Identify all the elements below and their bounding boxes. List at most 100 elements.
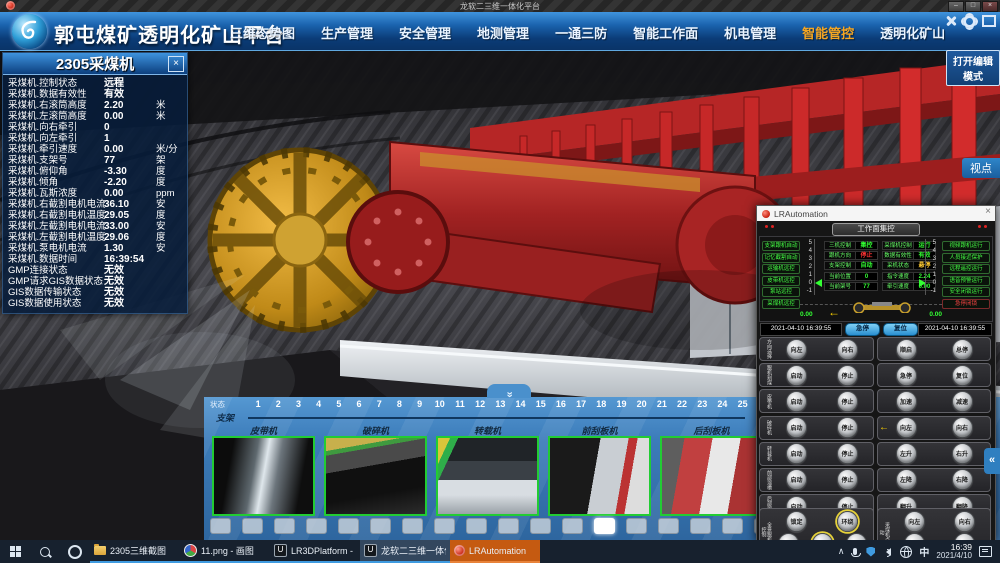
speaker-icon[interactable] xyxy=(882,548,891,556)
control-button[interactable]: 复位 xyxy=(952,365,973,386)
menu-item[interactable]: 生产管理 xyxy=(321,23,373,42)
security-shield-icon[interactable] xyxy=(866,547,875,557)
microphone-icon[interactable] xyxy=(853,548,857,555)
control-button[interactable]: 左降 xyxy=(896,469,917,490)
control-button[interactable]: 急停 xyxy=(896,365,917,386)
close-button[interactable]: × xyxy=(982,1,998,12)
close-icon[interactable]: × xyxy=(168,56,184,72)
mode-button[interactable]: 急停闭锁 xyxy=(942,299,990,309)
control-button[interactable]: 停止 xyxy=(837,365,858,386)
control-button[interactable]: 右降 xyxy=(952,469,973,490)
maximize-button[interactable]: □ xyxy=(965,1,981,12)
camera-thumbnail[interactable] xyxy=(548,436,651,516)
control-button[interactable]: 停止 xyxy=(837,417,858,438)
control-button[interactable]: 向右 xyxy=(837,339,858,360)
control-button[interactable]: 启动 xyxy=(786,365,807,386)
menu-item[interactable]: 三维态势图 xyxy=(230,23,295,42)
control-button[interactable]: 启动 xyxy=(786,443,807,464)
control-button[interactable]: 启动 xyxy=(786,391,807,412)
pager-item[interactable] xyxy=(402,518,423,534)
reset-button[interactable]: 复位 xyxy=(883,323,918,336)
control-button[interactable]: 停止 xyxy=(837,469,858,490)
notification-center-icon[interactable] xyxy=(979,546,992,557)
pager-item[interactable] xyxy=(306,518,327,534)
mode-button[interactable]: 运输机远控 xyxy=(762,264,800,274)
pager-item[interactable] xyxy=(242,518,263,534)
taskbar-app-platform[interactable]: U 龙软二三维一体化... xyxy=(360,540,450,563)
pager-item[interactable] xyxy=(594,518,615,534)
mode-button[interactable]: 采煤机远控 xyxy=(762,299,800,309)
input-language-indicator[interactable]: 中 xyxy=(919,544,929,559)
control-button[interactable]: 启动 xyxy=(786,469,807,490)
mode-button[interactable]: 人员接近保护 xyxy=(942,253,990,263)
control-button[interactable]: 右升 xyxy=(952,443,973,464)
menu-item[interactable]: 安全管理 xyxy=(399,23,451,42)
pager-item[interactable] xyxy=(210,518,231,534)
pager-item[interactable] xyxy=(626,518,647,534)
control-button[interactable]: 环绕 xyxy=(837,511,858,532)
collapse-panel-tab[interactable]: « xyxy=(984,448,1000,474)
pager-item[interactable] xyxy=(690,518,711,534)
pager-item[interactable] xyxy=(434,518,455,534)
taskbar-app-paint[interactable]: 11.png - 画图 xyxy=(180,540,270,563)
pager-item[interactable] xyxy=(498,518,519,534)
cortana-button[interactable] xyxy=(60,540,90,563)
taskbar-app-lr3dplatform[interactable]: U LR3DPlatform - U... xyxy=(270,540,360,563)
control-button[interactable]: 向右 xyxy=(954,511,975,532)
pager-item[interactable] xyxy=(338,518,359,534)
open-edit-mode-button[interactable]: 打开编辑模式 xyxy=(946,50,1000,86)
pager-item[interactable] xyxy=(370,518,391,534)
tray-expand-icon[interactable]: ∧ xyxy=(838,546,845,557)
pager-item[interactable] xyxy=(722,518,743,534)
os-titlebar[interactable]: 龙软二三维一体化平台 – □ × xyxy=(0,0,1000,12)
workface-control-tab[interactable]: 工作面集控 xyxy=(832,223,920,236)
mode-button[interactable]: 安全闭锁运行 xyxy=(942,287,990,297)
taskbar-app-screenshots[interactable]: 2305三维截图 xyxy=(90,540,180,563)
taskbar-app-lrautomation[interactable]: LRAutomation xyxy=(450,540,540,563)
close-icon[interactable]: × xyxy=(985,206,991,217)
control-button[interactable]: 总停 xyxy=(952,339,973,360)
start-button[interactable] xyxy=(0,540,30,563)
mode-button[interactable]: 泵站远控 xyxy=(762,287,800,297)
menu-item[interactable]: 智能工作面 xyxy=(633,23,698,42)
control-button[interactable]: 停止 xyxy=(837,391,858,412)
lrautomation-titlebar[interactable]: LRAutomation × xyxy=(757,206,995,221)
pager-item[interactable] xyxy=(562,518,583,534)
control-button[interactable]: 停止 xyxy=(837,443,858,464)
control-button[interactable]: 向左 xyxy=(904,511,925,532)
pager-item[interactable] xyxy=(530,518,551,534)
camera-thumbnail[interactable] xyxy=(212,436,315,516)
pager-item[interactable] xyxy=(658,518,679,534)
mode-button[interactable]: 支架跟机自动 xyxy=(762,241,800,251)
mode-button[interactable]: 记忆截割自动 xyxy=(762,253,800,263)
menu-item[interactable]: 地测管理 xyxy=(477,23,529,42)
estop-button[interactable]: 急停 xyxy=(845,323,880,336)
menu-item[interactable]: 一通三防 xyxy=(555,23,607,42)
control-button[interactable]: 锁定 xyxy=(786,511,807,532)
clock[interactable]: 16:39 2021/4/10 xyxy=(936,543,972,561)
control-button[interactable]: 向左 xyxy=(786,339,807,360)
camera-thumbnail[interactable] xyxy=(324,436,427,516)
control-button[interactable]: 加速 xyxy=(896,391,917,412)
mode-button[interactable]: 远程遥控运行 xyxy=(942,264,990,274)
control-button[interactable]: 向左 xyxy=(896,417,917,438)
pager-item[interactable] xyxy=(274,518,295,534)
gear-icon[interactable] xyxy=(963,15,976,28)
menu-item[interactable]: 机电管理 xyxy=(724,23,776,42)
camera-thumbnail[interactable] xyxy=(436,436,539,516)
control-button[interactable]: 减速 xyxy=(952,391,973,412)
collapse-bottom-panel-tab[interactable]: » xyxy=(487,384,531,398)
control-button[interactable]: 向右 xyxy=(952,417,973,438)
camera-thumbnail[interactable] xyxy=(660,436,763,516)
menu-item[interactable]: 透明化矿山 xyxy=(880,23,945,42)
menu-item[interactable]: 智能管控 xyxy=(802,23,854,42)
fullscreen-icon[interactable] xyxy=(982,15,996,27)
search-button[interactable] xyxy=(30,540,60,563)
mode-button[interactable]: 语音预警运行 xyxy=(942,276,990,286)
control-button[interactable]: 顺启 xyxy=(896,339,917,360)
control-button[interactable]: 左升 xyxy=(896,443,917,464)
mode-button[interactable]: 皮带机远控 xyxy=(762,276,800,286)
control-button[interactable]: 启动 xyxy=(786,417,807,438)
network-icon[interactable] xyxy=(900,546,912,558)
viewpoint-tab[interactable]: 视点 xyxy=(962,158,1000,178)
